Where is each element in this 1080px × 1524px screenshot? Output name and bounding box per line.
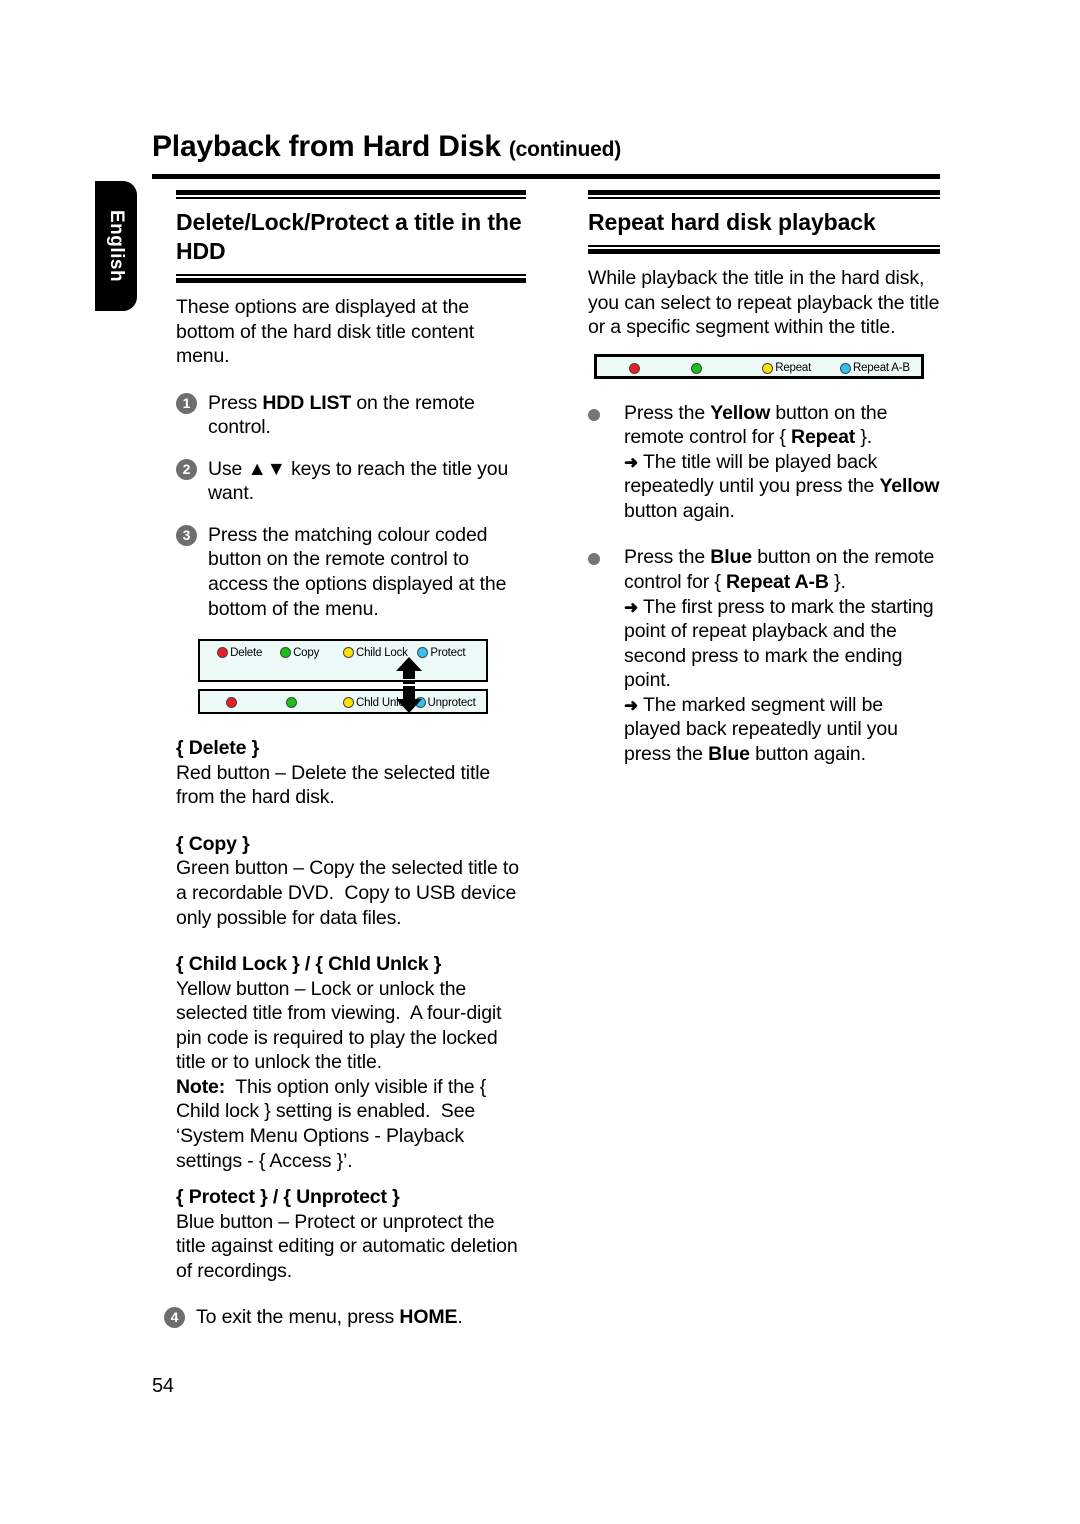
left-column: Delete/Lock/Protect a title in the HDD T… (164, 190, 526, 1347)
yellow-button-dot-icon (343, 697, 354, 709)
step-2-number: 2 (176, 458, 197, 480)
option-delete: { Delete } Red button – Delete the selec… (176, 736, 526, 810)
step-2-text: Use ▲▼ keys to reach the title you want. (208, 457, 509, 505)
yellow-button-dot-icon (343, 647, 354, 659)
bullet-repeat-ab-arrow-2: ➜ The marked segment will be played back… (624, 693, 940, 767)
option-copy: { Copy } Green button – Copy the selecte… (176, 832, 526, 930)
osd-option-blue: Protect (417, 646, 466, 659)
osd-option-green (285, 697, 299, 709)
green-button-dot-icon (280, 647, 292, 659)
osd-repeat-bar: Repeat Repeat A-B (594, 353, 924, 380)
osd-menu-illustration: Delete Copy Child Lock Protect Chld Unlck Un… (198, 639, 488, 715)
option-child-lock-title: { Child Lock } / { Chld Unlck } (176, 953, 442, 976)
yellow-button-dot-icon (762, 362, 774, 374)
option-delete-title: { Delete } (176, 737, 260, 760)
osd-top-bar: Delete Copy Child Lock Protect (198, 639, 488, 683)
title-rule (152, 174, 940, 179)
option-protect: { Protect } / { Unprotect } Blue button … (176, 1185, 526, 1283)
option-copy-body: Green button – Copy the selected title t… (176, 857, 519, 929)
step-1-number: 1 (176, 392, 197, 414)
green-button-dot-icon (690, 362, 702, 374)
bullet-repeat-ab-arrow-1: ➜ The first press to mark the starting p… (624, 595, 940, 693)
step-4-number: 4 (164, 1307, 185, 1329)
manual-page: English Playback from Hard Disk (continue… (0, 0, 1080, 1524)
option-child-lock: { Child Lock } / { Chld Unlck } Yellow b… (176, 952, 526, 1173)
osd-option-red: Delete (217, 647, 262, 659)
osd-option-label: Repeat A-B (853, 362, 910, 375)
step-1-text: Press HDD LIST on the remote control. (208, 391, 475, 439)
osd-option-label: Unprotect (427, 696, 476, 709)
step-2: 2 Use ▲▼ keys to reach the title you wan… (176, 457, 526, 506)
osd-option-blue: Repeat A-B (840, 362, 910, 374)
osd-option-blue: Unprotect (414, 696, 476, 709)
arrow-right-icon: ➜ (624, 452, 639, 472)
step-3-text: Press the matching colour coded button o… (208, 523, 507, 620)
osd-option-label: Repeat (775, 362, 812, 375)
up-down-arrow-icon (396, 657, 422, 714)
step-3: 3 Press the matching colour coded button… (176, 523, 526, 621)
osd-top-bar-row: Delete Copy Child Lock Protect (200, 641, 486, 664)
osd-bottom-bar: Chld Unlck Unprotect (198, 689, 488, 715)
right-section-rule-bottom (588, 244, 940, 254)
step-4: 4 To exit the menu, press HOME. (164, 1305, 526, 1330)
osd-option-green: Copy (280, 647, 319, 659)
left-section-rule-bottom (176, 273, 526, 283)
osd-option-red (225, 697, 239, 709)
language-tab-label: English (106, 209, 127, 283)
right-column: Repeat hard disk playback While playback… (588, 190, 940, 789)
osd-repeat-illustration: Repeat Repeat A-B (594, 353, 924, 380)
osd-bottom-bar-row: Chld Unlck Unprotect (200, 691, 486, 714)
right-intro-paragraph: While playback the title in the hard dis… (588, 266, 940, 339)
page-title-main: Playback from Hard Disk (152, 130, 501, 163)
green-button-dot-icon (285, 697, 297, 709)
page-title: Playback from Hard Disk (continued) (152, 130, 942, 164)
left-intro-text: These options are displayed at the botto… (176, 295, 526, 369)
bullet-repeat-arrow-1: ➜ The title will be played back repeated… (624, 450, 940, 524)
bullet-repeat-ab-arrow-1-text: The first press to mark the starting poi… (624, 595, 934, 692)
language-tab: English (95, 181, 137, 311)
left-section-rule-top (176, 190, 526, 199)
osd-option-yellow: Repeat (762, 362, 811, 374)
page-title-continued: (continued) (508, 138, 622, 161)
osd-option-label: Delete (230, 646, 263, 659)
osd-option-label: Protect (430, 646, 466, 659)
right-section-heading: Repeat hard disk playback (588, 209, 876, 235)
right-section-rule-top (588, 190, 940, 199)
page-number: 54 (152, 1375, 174, 1397)
step-1: 1 Press HDD LIST on the remote control. (176, 391, 526, 440)
option-child-lock-body: Yellow button – Lock or unlock the selec… (176, 977, 502, 1172)
step-4-text: To exit the menu, press HOME. (196, 1306, 463, 1329)
step-3-number: 3 (176, 524, 197, 546)
red-button-dot-icon (225, 697, 237, 709)
arrow-right-icon: ➜ (624, 695, 639, 715)
bullet-repeat: Press the Yellow button on the remote co… (588, 401, 940, 524)
option-protect-title: { Protect } / { Unprotect } (176, 1186, 400, 1209)
bullet-repeat-ab: Press the Blue button on the remote cont… (588, 545, 940, 766)
right-intro-text: While playback the title in the hard dis… (588, 266, 940, 340)
osd-option-green (690, 362, 704, 374)
arrow-right-icon: ➜ (624, 597, 639, 617)
left-section-heading: Delete/Lock/Protect a title in the HDD (176, 209, 522, 264)
osd-option-red (629, 362, 642, 374)
red-button-dot-icon (629, 362, 641, 374)
bullet-dot-icon (588, 553, 600, 566)
bullet-repeat-main: Press the Yellow button on the remote co… (624, 401, 888, 449)
blue-button-dot-icon (840, 362, 851, 374)
red-button-dot-icon (217, 647, 229, 659)
bullet-repeat-ab-arrow-2-text: The marked segment will be played back r… (624, 693, 898, 765)
left-intro-paragraph: These options are displayed at the botto… (176, 295, 474, 368)
option-delete-body: Red button – Delete the selected title f… (176, 761, 491, 809)
bullet-dot-icon (588, 408, 600, 421)
osd-option-label: Copy (293, 646, 320, 659)
option-copy-title: { Copy } (176, 832, 250, 855)
osd-repeat-bar-row: Repeat Repeat A-B (597, 357, 921, 380)
option-protect-body: Blue button – Protect or unprotect the t… (176, 1210, 518, 1282)
bullet-repeat-ab-main: Press the Blue button on the remote cont… (624, 546, 935, 594)
bullet-repeat-arrow-1-text: The title will be played back repeatedly… (624, 450, 940, 522)
